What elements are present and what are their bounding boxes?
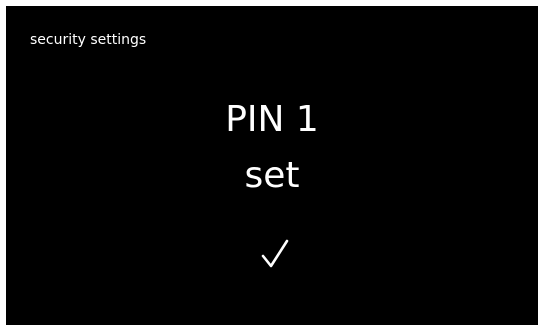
confirmation-line-2: set xyxy=(244,155,300,196)
page-title: security settings xyxy=(30,32,147,48)
confirmation-line-1: PIN 1 xyxy=(225,99,319,140)
checkmark-icon xyxy=(261,239,289,268)
screen: security settings PIN 1 set xyxy=(6,6,538,325)
